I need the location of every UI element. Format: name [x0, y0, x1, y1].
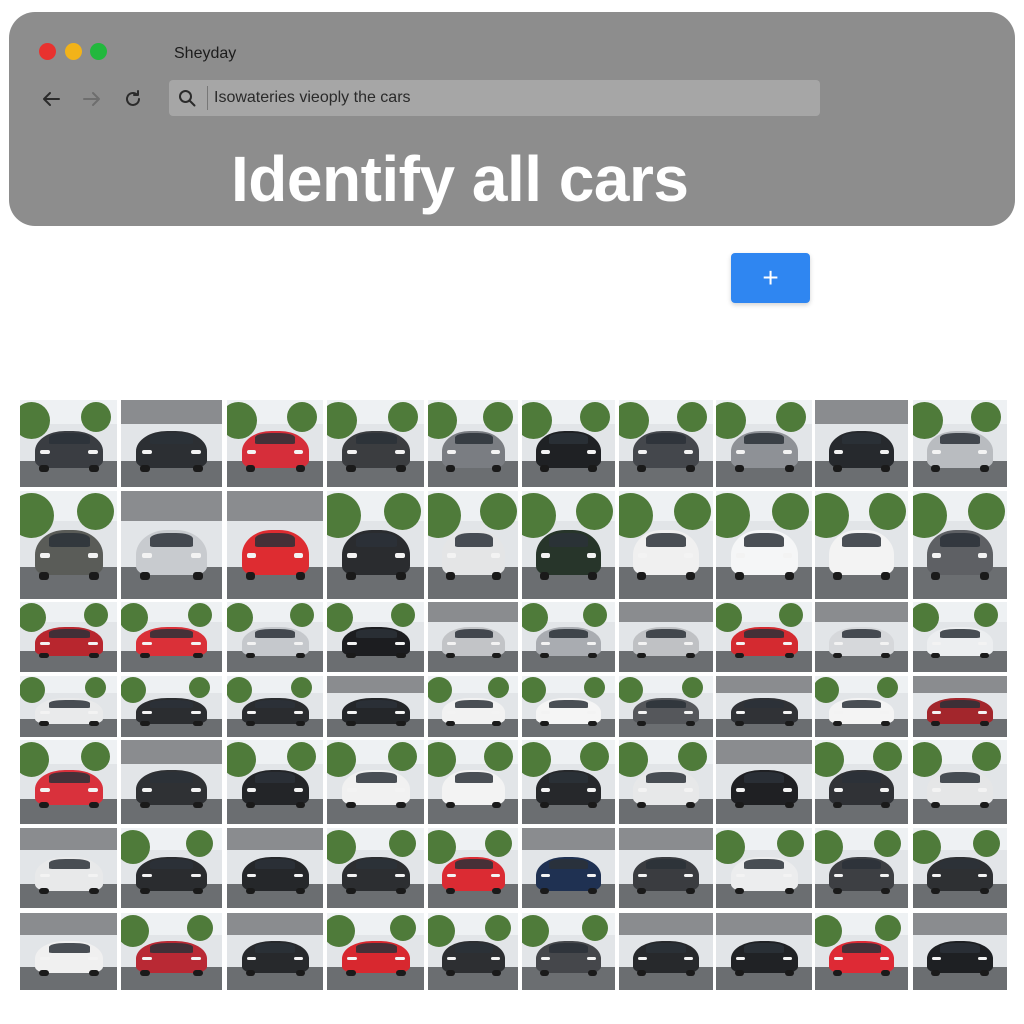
car-image-tile[interactable] — [20, 913, 117, 990]
car-image-tile[interactable] — [815, 676, 908, 737]
car-image-tile[interactable] — [522, 913, 615, 990]
car-image-tile[interactable] — [913, 491, 1007, 599]
car-image-tile[interactable] — [227, 913, 323, 990]
car-image-tile[interactable] — [327, 602, 424, 672]
car-image-tile[interactable] — [815, 913, 908, 990]
car-image-tile[interactable] — [815, 491, 908, 599]
car-image-tile[interactable] — [913, 676, 1007, 737]
car-image-tile[interactable] — [428, 828, 518, 908]
car-image-tile[interactable] — [327, 828, 424, 908]
car-image-tile[interactable] — [327, 913, 424, 990]
car-image-tile[interactable] — [522, 740, 615, 824]
car-image-tile[interactable] — [428, 491, 518, 599]
car-image-tile[interactable] — [522, 491, 615, 599]
car-image-tile[interactable] — [815, 828, 908, 908]
car-image-tile[interactable] — [522, 828, 615, 908]
car-image-tile[interactable] — [619, 740, 713, 824]
car-image-tile[interactable] — [619, 602, 713, 672]
car-image-tile[interactable] — [913, 828, 1007, 908]
car-image-tile[interactable] — [327, 400, 424, 487]
car-image-tile[interactable] — [121, 676, 222, 737]
car-image-tile[interactable] — [716, 400, 812, 487]
car-image-tile[interactable] — [913, 913, 1007, 990]
car-image-tile[interactable] — [227, 676, 323, 737]
car-image-tile[interactable] — [428, 400, 518, 487]
car-image-tile[interactable] — [428, 913, 518, 990]
car-image-tile[interactable] — [121, 400, 222, 487]
car-image-tile[interactable] — [227, 491, 323, 599]
car-image-tile[interactable] — [619, 676, 713, 737]
car-image-tile[interactable] — [815, 400, 908, 487]
car-image-tile[interactable] — [327, 740, 424, 824]
car-image-grid — [0, 0, 1024, 1024]
car-image-tile[interactable] — [428, 602, 518, 672]
car-image-tile[interactable] — [619, 913, 713, 990]
car-image-tile[interactable] — [428, 676, 518, 737]
car-image-tile[interactable] — [227, 602, 323, 672]
car-image-tile[interactable] — [716, 676, 812, 737]
car-image-tile[interactable] — [619, 491, 713, 599]
car-image-tile[interactable] — [121, 491, 222, 599]
car-image-tile[interactable] — [716, 602, 812, 672]
car-image-tile[interactable] — [815, 602, 908, 672]
car-image-tile[interactable] — [716, 828, 812, 908]
car-image-tile[interactable] — [716, 491, 812, 599]
car-image-tile[interactable] — [619, 828, 713, 908]
car-image-tile[interactable] — [522, 602, 615, 672]
car-image-tile[interactable] — [913, 602, 1007, 672]
car-image-tile[interactable] — [716, 740, 812, 824]
car-image-tile[interactable] — [20, 602, 117, 672]
car-image-tile[interactable] — [327, 491, 424, 599]
car-image-tile[interactable] — [121, 828, 222, 908]
car-image-tile[interactable] — [20, 491, 117, 599]
car-image-tile[interactable] — [522, 676, 615, 737]
car-image-tile[interactable] — [522, 400, 615, 487]
car-image-tile[interactable] — [227, 828, 323, 908]
car-image-tile[interactable] — [20, 676, 117, 737]
car-image-tile[interactable] — [428, 740, 518, 824]
car-image-tile[interactable] — [716, 913, 812, 990]
car-image-tile[interactable] — [121, 913, 222, 990]
car-image-tile[interactable] — [913, 400, 1007, 487]
car-image-tile[interactable] — [20, 400, 117, 487]
car-image-tile[interactable] — [227, 740, 323, 824]
car-image-tile[interactable] — [121, 602, 222, 672]
car-image-tile[interactable] — [20, 740, 117, 824]
car-image-tile[interactable] — [815, 740, 908, 824]
car-image-tile[interactable] — [121, 740, 222, 824]
car-image-tile[interactable] — [20, 828, 117, 908]
car-image-tile[interactable] — [327, 676, 424, 737]
car-image-tile[interactable] — [913, 740, 1007, 824]
car-image-tile[interactable] — [227, 400, 323, 487]
car-image-tile[interactable] — [619, 400, 713, 487]
